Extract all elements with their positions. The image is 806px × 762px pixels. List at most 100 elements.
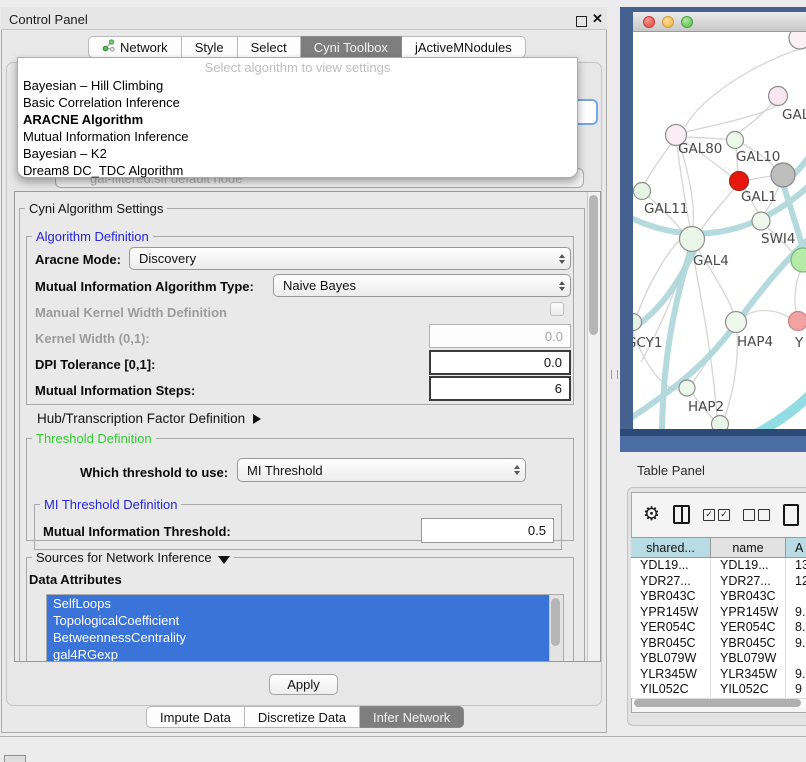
- aracne-mode-combo[interactable]: Discovery: [129, 247, 571, 270]
- table-row[interactable]: YDL19... YDL19... 13: [631, 558, 806, 574]
- node-label: Y: [794, 335, 804, 351]
- tab-cyni-toolbox[interactable]: Cyni Toolbox: [301, 36, 402, 58]
- table-row[interactable]: YDR27... YDR27... 12: [631, 574, 806, 590]
- column-header-name[interactable]: name: [711, 538, 786, 557]
- tab-style[interactable]: Style: [182, 36, 238, 58]
- float-window-icon[interactable]: [576, 16, 587, 27]
- column-header-partial[interactable]: A: [786, 538, 806, 557]
- select-all-checkboxes-icon[interactable]: ✓✓: [703, 509, 730, 521]
- mi-threshold-label: Mutual Information Threshold:: [43, 524, 231, 539]
- column-header-shared[interactable]: shared...: [631, 538, 711, 557]
- mi-algorithm-type-label: Mutual Information Algorithm Type:: [35, 279, 254, 294]
- node-swi4[interactable]: [752, 212, 770, 230]
- mi-algorithm-type-combo[interactable]: Naive Bayes: [273, 274, 571, 297]
- node-label: HAP2: [688, 399, 724, 415]
- zoom-traffic-light[interactable]: [681, 16, 693, 28]
- node-label: GAL4: [693, 253, 729, 269]
- node-label: GCY1: [633, 335, 663, 351]
- table-header-row: shared... name A: [631, 537, 806, 558]
- screen: Control Panel ✕ Network Style: [0, 0, 806, 762]
- status-bar-partial-button[interactable]: [4, 755, 26, 762]
- table-body: YDL19... YDL19... 13 YDR27... YDR27... 1…: [631, 558, 806, 698]
- dropdown-item-aracne[interactable]: ARACNE Algorithm: [18, 111, 577, 128]
- table-row[interactable]: YBL079W YBL079W: [631, 651, 806, 667]
- network-canvas[interactable]: GAL GAL80 GAL10 GAL1 GAL11 SWI4 GAL4 GCY…: [633, 32, 806, 429]
- node-label: GAL10: [736, 149, 780, 165]
- node-label: SWI4: [761, 231, 796, 247]
- algorithm-dropdown-list: Select algorithm to view settings Bayesi…: [17, 57, 578, 178]
- node-gal11[interactable]: [634, 183, 651, 200]
- tab-impute-data[interactable]: Impute Data: [146, 706, 245, 728]
- table-row[interactable]: YER054C YER054C 8.: [631, 620, 806, 636]
- control-panel-titlebar[interactable]: [1, 7, 607, 30]
- list-item-betweennesscentrality[interactable]: BetweennessCentrality: [47, 629, 563, 646]
- file-icon[interactable]: [783, 504, 799, 526]
- network-thick-edges: [633, 154, 806, 429]
- manual-kernel-width-checkbox: [550, 302, 564, 316]
- dropdown-item-bayesian-hill-climbing[interactable]: Bayesian – Hill Climbing: [18, 77, 577, 94]
- apply-button[interactable]: Apply: [269, 674, 338, 695]
- close-traffic-light[interactable]: [643, 16, 655, 28]
- table-row[interactable]: YBR045C YBR045C 9.: [631, 636, 806, 652]
- tab-infer-network[interactable]: Infer Network: [360, 706, 464, 728]
- tab-jactivemnodules[interactable]: jActiveMNodules: [402, 36, 526, 58]
- table-row[interactable]: YLR345W YLR345W 9.: [631, 667, 806, 683]
- node-hap4[interactable]: [726, 312, 747, 333]
- table-row[interactable]: YPR145W YPR145W 9.: [631, 605, 806, 621]
- status-bar: [0, 737, 806, 762]
- node-gal1[interactable]: [730, 172, 749, 191]
- dropdown-item-mutual-information[interactable]: Mutual Information Inference: [18, 128, 577, 145]
- mi-steps-field[interactable]: 6: [429, 376, 571, 401]
- node-label: GAL: [782, 107, 806, 123]
- algorithm-definition-title: Algorithm Definition: [32, 229, 153, 244]
- dropdown-item-dream8[interactable]: Dream8 DC_TDC Algorithm: [18, 162, 577, 179]
- list-item-topologicalcoefficient[interactable]: TopologicalCoefficient: [47, 612, 563, 629]
- dpi-tolerance-label: DPI Tolerance [0,1]:: [35, 357, 155, 372]
- node-gal10[interactable]: [727, 132, 744, 149]
- node-partial-top[interactable]: [789, 32, 806, 49]
- close-icon[interactable]: ✕: [592, 11, 603, 27]
- dropdown-item-basic-correlation[interactable]: Basic Correlation Inference: [18, 94, 577, 111]
- aracne-mode-label: Aracne Mode:: [35, 252, 121, 267]
- sources-title[interactable]: Sources for Network Inference: [32, 550, 234, 565]
- node-hap2[interactable]: [679, 380, 695, 396]
- hub-transcription-factor-section[interactable]: Hub/Transcription Factor Definition: [37, 411, 261, 426]
- control-panel-title: Control Panel: [9, 12, 88, 27]
- tab-select[interactable]: Select: [238, 36, 301, 58]
- network-window-titlebar[interactable]: [633, 12, 806, 32]
- network-icon: [102, 39, 115, 55]
- settings-scrollbar-thumb[interactable]: [589, 195, 598, 335]
- node-label: GAL80: [678, 141, 722, 157]
- table-hscrollbar-thumb[interactable]: [634, 699, 801, 707]
- list-scrollbar-thumb[interactable]: [551, 598, 560, 646]
- gear-icon[interactable]: ⚙: [643, 505, 660, 524]
- node-gray[interactable]: [771, 163, 795, 187]
- table-row[interactable]: YIL052C YIL052C 9: [631, 682, 806, 698]
- which-threshold-combo[interactable]: MI Threshold: [237, 458, 526, 482]
- node-salmon[interactable]: [789, 312, 806, 331]
- node-label: GAL11: [644, 201, 688, 217]
- panel-divider-handle[interactable]: [611, 370, 618, 379]
- node-gcy1[interactable]: [633, 314, 642, 331]
- control-panel-tabbar: Network Style Select Cyni Toolbox jActiv…: [88, 36, 526, 58]
- node-partial-bottom[interactable]: [712, 416, 729, 430]
- kernel-width-field: 0.0: [429, 324, 571, 348]
- tab-discretize-data[interactable]: Discretize Data: [245, 706, 360, 728]
- mi-threshold-field[interactable]: 0.5: [421, 518, 554, 543]
- list-item-selfloops[interactable]: SelfLoops: [47, 595, 563, 612]
- network-graph: GAL GAL80 GAL10 GAL1 GAL11 SWI4 GAL4 GCY…: [633, 32, 806, 429]
- deselect-all-checkboxes-icon[interactable]: [743, 509, 770, 521]
- list-item-gal4rgexp[interactable]: gal4RGexp: [47, 646, 563, 662]
- node-gal[interactable]: [769, 87, 788, 106]
- node-label: HAP4: [737, 334, 773, 350]
- dropdown-item-bayesian-k2[interactable]: Bayesian – K2: [18, 145, 577, 162]
- table-row[interactable]: YBR043C YBR043C: [631, 589, 806, 605]
- dropdown-prompt: Select algorithm to view settings: [18, 60, 577, 77]
- mi-threshold-definition-title: MI Threshold Definition: [40, 497, 181, 512]
- minimize-traffic-light[interactable]: [662, 16, 674, 28]
- tab-network[interactable]: Network: [88, 36, 182, 58]
- dpi-tolerance-field[interactable]: 0.0: [429, 350, 571, 375]
- kernel-width-label: Kernel Width (0,1):: [35, 331, 150, 346]
- node-gal4[interactable]: [680, 227, 705, 252]
- columns-icon[interactable]: [673, 505, 690, 524]
